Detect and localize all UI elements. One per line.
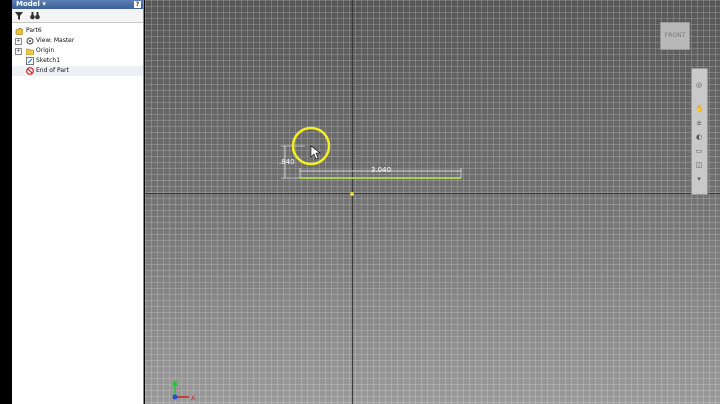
viewcube[interactable]: FRONT — [660, 22, 690, 50]
sketch-geometry — [281, 126, 462, 179]
look-at-icon[interactable]: ▭ — [695, 147, 703, 155]
view-icon — [26, 37, 34, 45]
sketch-origin-point[interactable] — [350, 192, 354, 196]
tree-item-end-of-part[interactable]: End of Part — [12, 66, 143, 76]
zoom-icon[interactable]: ± — [695, 119, 703, 127]
browser-header[interactable]: Model ▾ ? — [12, 0, 143, 9]
part-icon — [15, 27, 23, 35]
expand-toggle[interactable]: + — [15, 48, 22, 55]
navigation-bar: ◎ ✋ ± ◐ ▭ ◫ ▾ — [691, 68, 708, 195]
customize-icon[interactable]: ▾ — [695, 175, 703, 183]
x-axis-label: X — [191, 395, 195, 402]
graphics-window[interactable]: 3.040 .840 FRONT ◎ ✋ ± ◐ ▭ ◫ ▾ X — [145, 0, 720, 404]
help-icon[interactable]: ? — [134, 1, 141, 8]
model-tree: Part6 + View: Master + Origin Sketch1 En… — [12, 23, 143, 76]
left-edge-bar — [0, 0, 12, 404]
browser-toolbar — [12, 9, 143, 23]
orbit-icon[interactable]: ◐ — [695, 133, 703, 141]
filter-icon[interactable] — [15, 11, 23, 20]
view-face-icon[interactable]: ◫ — [695, 161, 703, 169]
steering-wheel-icon[interactable]: ◎ — [695, 81, 703, 89]
tree-item-origin[interactable]: + Origin — [12, 46, 143, 56]
binoculars-icon[interactable] — [30, 11, 40, 20]
tree-item-view-master[interactable]: + View: Master — [12, 36, 143, 46]
tree-item-part6[interactable]: Part6 — [12, 26, 143, 36]
horizontal-dimension-value[interactable]: 3.040 — [371, 166, 391, 174]
mouse-cursor-icon — [310, 145, 321, 160]
coordinate-triad: X — [172, 380, 195, 402]
model-browser-panel: Model ▾ ? Part6 + View: Master + Origin … — [12, 0, 144, 404]
expand-toggle[interactable]: + — [15, 38, 22, 45]
sketch-icon — [26, 57, 34, 65]
browser-title: Model — [16, 0, 40, 8]
tree-item-sketch1[interactable]: Sketch1 — [12, 56, 143, 66]
pan-icon[interactable]: ✋ — [695, 105, 704, 113]
end-of-part-icon — [26, 67, 34, 75]
vertical-dimension-value[interactable]: .840 — [279, 158, 295, 166]
z-axis-dot — [172, 394, 178, 400]
folder-icon — [26, 48, 34, 55]
